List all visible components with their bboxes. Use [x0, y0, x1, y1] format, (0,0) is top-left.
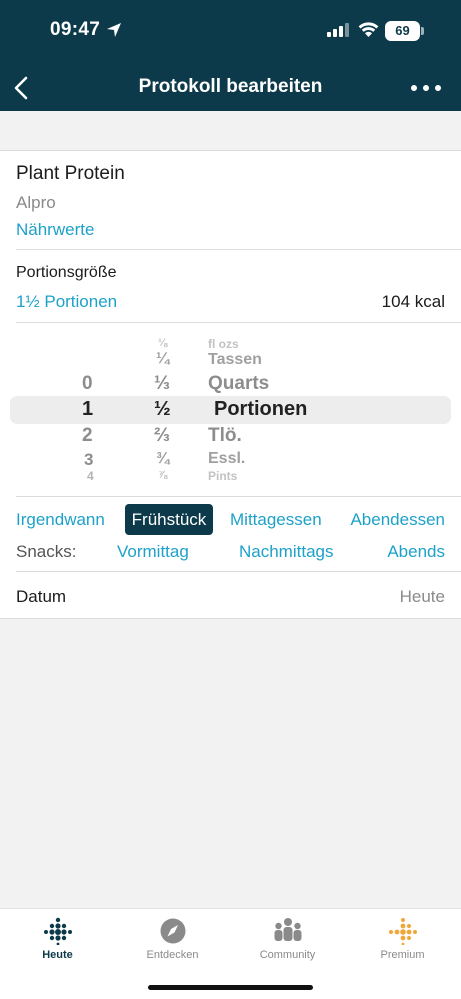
divider: [16, 249, 461, 250]
snack-option-evening[interactable]: Abends: [387, 542, 445, 562]
tab-label: Premium: [380, 949, 425, 961]
meal-option-dinner[interactable]: Abendessen: [350, 510, 445, 530]
picker-unit-item[interactable]: Essl.: [208, 450, 245, 468]
wifi-icon: [358, 22, 379, 37]
date-value[interactable]: Heute: [400, 587, 445, 607]
picker-whole-item[interactable]: 3: [84, 450, 93, 470]
tab-discover[interactable]: Entdecken: [115, 909, 230, 979]
picker-whole-item[interactable]: 0: [82, 373, 93, 395]
picker-unit-item[interactable]: fl ozs: [208, 337, 239, 351]
snacks-label: Snacks:: [16, 542, 77, 561]
fitbit-dots-icon: [44, 917, 72, 945]
page-title: Protokoll bearbeiten: [138, 76, 323, 97]
tab-label: Entdecken: [146, 949, 199, 961]
picker-unit-item[interactable]: Pints: [208, 469, 237, 483]
calories-value: 104 kcal: [381, 292, 445, 311]
divider: [16, 496, 461, 497]
cellular-signal-icon: [327, 23, 349, 37]
premium-dots-icon: [389, 918, 417, 945]
nav-bar: Protokoll bearbeiten: [0, 66, 461, 111]
location-arrow-icon: [107, 23, 121, 37]
meal-option-lunch[interactable]: Mittagessen: [230, 510, 322, 530]
picker-fraction-item[interactable]: ¾: [156, 450, 169, 468]
portion-size-label: Portionsgröße: [16, 264, 117, 281]
snack-option-morning[interactable]: Vormittag: [117, 542, 189, 562]
picker-unit-selected[interactable]: Portionen: [214, 398, 307, 421]
tab-label: Community: [259, 949, 316, 961]
picker-fraction-item[interactable]: ⅓: [154, 373, 170, 395]
food-name: Plant Protein: [16, 163, 125, 184]
top-divider: [0, 150, 461, 151]
battery-indicator: 69: [385, 21, 420, 41]
picker-whole-item[interactable]: 4: [87, 469, 94, 483]
picker-unit-item[interactable]: Tlö.: [208, 425, 242, 447]
divider: [16, 571, 461, 572]
picker-whole-selected[interactable]: 1: [82, 398, 93, 421]
picker-unit-item[interactable]: Quarts: [208, 373, 269, 395]
nutrients-link[interactable]: Nährwerte: [16, 220, 94, 240]
community-icon: [274, 918, 302, 941]
compass-icon: [160, 918, 186, 944]
picker-fraction-item[interactable]: ¼: [156, 350, 169, 368]
bottom-divider: [0, 618, 461, 619]
picker-fraction-item[interactable]: ⅔: [154, 425, 170, 447]
food-brand: Alpro: [16, 193, 56, 212]
snack-option-afternoon[interactable]: Nachmittags: [239, 542, 333, 562]
tab-label: Heute: [42, 949, 73, 961]
tab-today[interactable]: Heute: [0, 909, 115, 979]
home-indicator[interactable]: [148, 985, 313, 990]
portion-picker[interactable]: 0 1 2 3 4 ⅛ ¼ ⅓ ½ ⅔ ¾ ⅞ fl ozs Tassen Qu…: [0, 335, 461, 485]
battery-tip: [421, 27, 424, 35]
more-options-icon[interactable]: [408, 78, 444, 98]
picker-fraction-item[interactable]: ⅛: [158, 337, 167, 349]
status-bar: 09:47 69: [0, 0, 461, 66]
tab-community[interactable]: Community: [230, 909, 345, 979]
divider: [16, 322, 461, 323]
portion-size-value[interactable]: 1½ Portionen: [16, 292, 117, 312]
date-label: Datum: [16, 587, 67, 606]
status-time: 09:47: [50, 19, 101, 40]
picker-whole-item[interactable]: 2: [82, 425, 93, 447]
picker-fraction-item[interactable]: ⅞: [158, 469, 167, 481]
picker-fraction-selected[interactable]: ½: [154, 398, 171, 421]
tab-premium[interactable]: Premium: [345, 909, 460, 979]
picker-unit-item[interactable]: Tassen: [208, 351, 262, 369]
meal-option-anytime[interactable]: Irgendwann: [16, 510, 105, 530]
meal-option-breakfast-selected[interactable]: Frühstück: [125, 504, 213, 535]
